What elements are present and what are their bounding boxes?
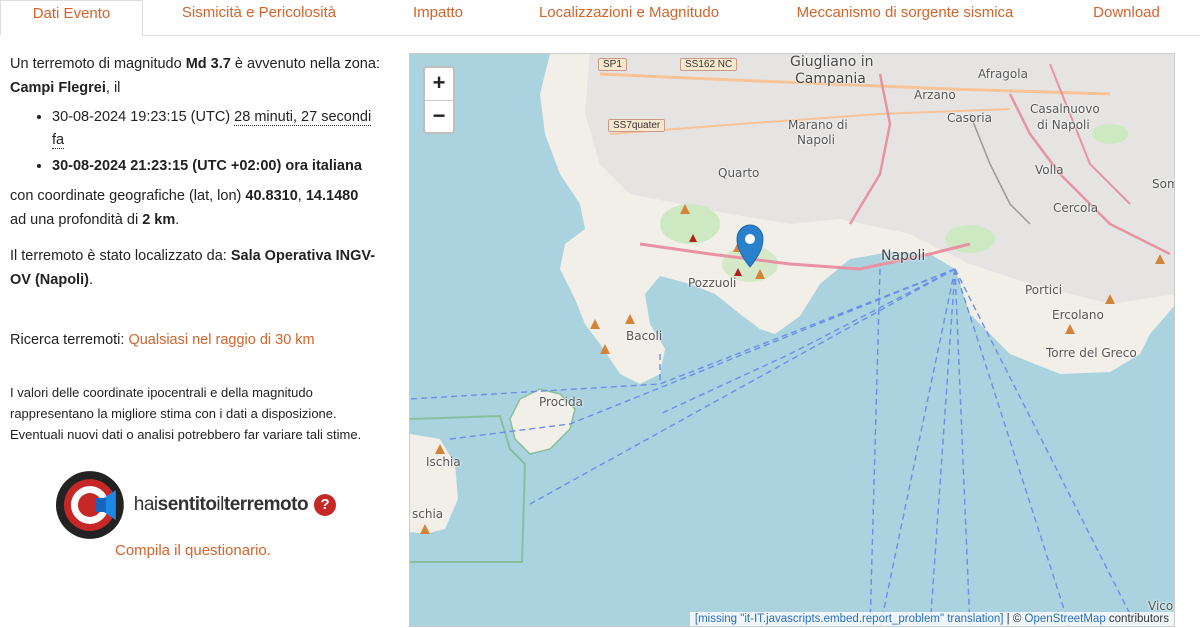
- help-icon[interactable]: ?: [314, 494, 336, 516]
- tab-download[interactable]: Download: [1053, 0, 1200, 36]
- map-label-pozzuoli: Pozzuoli: [688, 276, 737, 290]
- located-post: .: [88, 272, 93, 288]
- event-located: Il terremoto è stato localizzato da: Sal…: [10, 244, 380, 292]
- coords-text: con coordinate geografiche (lat, lon): [10, 188, 246, 204]
- map-label-casalnuovo: Casalnuovo: [1030, 102, 1100, 116]
- intro-text: Un terremoto di magnitudo: [10, 56, 186, 72]
- depth-post: .: [175, 212, 180, 228]
- hst-logo[interactable]: haisentitoilterremoto ?: [56, 470, 336, 540]
- map-label-procida: Procida: [539, 395, 583, 409]
- hst-brand-d: terremoto: [223, 494, 309, 515]
- map-label-marano: Marano di: [788, 118, 848, 132]
- zone-value: Campi Flegrei: [10, 80, 106, 96]
- map-label-torre: Torre del Greco: [1046, 346, 1137, 360]
- attribution-sep: | ©: [1003, 613, 1025, 625]
- map-label-marano-napoli: Napoli: [797, 133, 835, 147]
- map-label-ischia: Ischia: [426, 455, 461, 469]
- map-label-ercolano: Ercolano: [1052, 308, 1104, 322]
- attribution-post: contributors: [1105, 613, 1169, 625]
- hst-target-icon: [56, 471, 124, 539]
- map-label-vico: Vico E: [1148, 599, 1174, 613]
- search-row: Ricerca terremoti: Qualsiasi nel raggio …: [10, 328, 380, 352]
- map-label-portici: Portici: [1025, 283, 1063, 297]
- zoom-out-button[interactable]: −: [425, 100, 453, 132]
- zoom-control: + −: [423, 66, 455, 134]
- hst-brand-b: sentito: [157, 494, 217, 515]
- map-label-bacoli: Bacoli: [626, 329, 663, 343]
- map-label-quarto: Quarto: [718, 166, 760, 180]
- hst-brand-text: haisentitoilterremoto: [133, 494, 309, 516]
- search-label: Ricerca terremoti:: [10, 332, 129, 348]
- disclaimer-note: I valori delle coordinate ipocentrali e …: [10, 385, 362, 442]
- local-time-item: 30-08-2024 21:23:15 (UTC +02:00) ora ita…: [52, 155, 380, 178]
- utc-time-item: 30-08-2024 19:23:15 (UTC) 28 minuti, 27 …: [52, 106, 380, 152]
- map-label-somma: Somm: [1152, 177, 1174, 191]
- park-area: [660, 204, 720, 244]
- map-label-cercola: Cercola: [1053, 201, 1099, 215]
- map-label-arzano: Arzano: [914, 88, 956, 102]
- road-shield-ss162: SS162 NC: [680, 58, 738, 71]
- road-shield-sp1: SP1: [598, 58, 627, 71]
- coords-sep: ,: [297, 188, 306, 204]
- map-label-campania: Campania: [795, 71, 866, 87]
- map-attribution: [missing "it-IT.javascripts.embed.report…: [689, 612, 1174, 626]
- magnitude-value: Md 3.7: [185, 56, 231, 72]
- event-coords: con coordinate geografiche (lat, lon) 40…: [10, 184, 380, 232]
- map-view[interactable]: Giugliano in Campania Afragola Arzano Ca…: [409, 53, 1175, 627]
- intro-text-post: , il: [105, 80, 121, 96]
- tab-impatto[interactable]: Impatto: [375, 0, 501, 36]
- lat-value: 40.8310: [245, 188, 298, 204]
- lon-value: 14.1480: [305, 188, 359, 204]
- tab-sismicita[interactable]: Sismicità e Pericolosità: [143, 0, 375, 36]
- report-problem-link[interactable]: [missing "it-IT.javascripts.embed.report…: [695, 613, 1004, 625]
- map-label-napoli: Napoli: [881, 248, 926, 264]
- event-times: 30-08-2024 19:23:15 (UTC) 28 minuti, 27 …: [10, 106, 380, 178]
- map-label-volla: Volla: [1035, 163, 1064, 177]
- map-label-dinapoli: di Napoli: [1037, 118, 1090, 132]
- osm-link[interactable]: OpenStreetMap: [1025, 613, 1106, 625]
- map-label-giugliano: Giugliano in: [790, 54, 874, 70]
- tab-localizzazioni[interactable]: Localizzazioni e Magnitudo: [501, 0, 757, 36]
- event-intro: Un terremoto di magnitudo Md 3.7 è avven…: [10, 52, 380, 100]
- event-details: Un terremoto di magnitudo Md 3.7 è avven…: [10, 52, 380, 445]
- park-area: [1092, 124, 1128, 144]
- map-label-ischia-2: schia: [412, 507, 444, 521]
- located-text: Il terremoto è stato localizzato da:: [10, 248, 231, 264]
- tab-bar: Dati Evento Sismicità e Pericolosità Imp…: [0, 0, 1200, 36]
- map-label-casoria: Casoria: [947, 111, 992, 125]
- hst-brand-a: hai: [133, 494, 158, 515]
- depth-text: ad una profondità di: [10, 212, 143, 228]
- depth-value: 2 km: [142, 212, 176, 228]
- hst-brand-c: il: [216, 494, 224, 515]
- map-label-afragola: Afragola: [978, 67, 1028, 81]
- local-time: 30-08-2024 21:23:15 (UTC +02:00) ora ita…: [52, 158, 362, 174]
- tab-dati-evento[interactable]: Dati Evento: [0, 0, 143, 36]
- intro-text-mid: è avvenuto nella zona:: [230, 56, 380, 72]
- search-radius-link[interactable]: Qualsiasi nel raggio di 30 km: [128, 332, 314, 348]
- tab-meccanismo[interactable]: Meccanismo di sorgente sismica: [757, 0, 1053, 36]
- map-canvas: [410, 54, 1174, 626]
- zoom-in-button[interactable]: +: [425, 68, 453, 100]
- utc-time: 30-08-2024 19:23:15 (UTC): [52, 109, 235, 125]
- questionnaire-link[interactable]: Compila il questionario.: [115, 542, 271, 559]
- road-shield-ss7: SS7quater: [608, 119, 666, 132]
